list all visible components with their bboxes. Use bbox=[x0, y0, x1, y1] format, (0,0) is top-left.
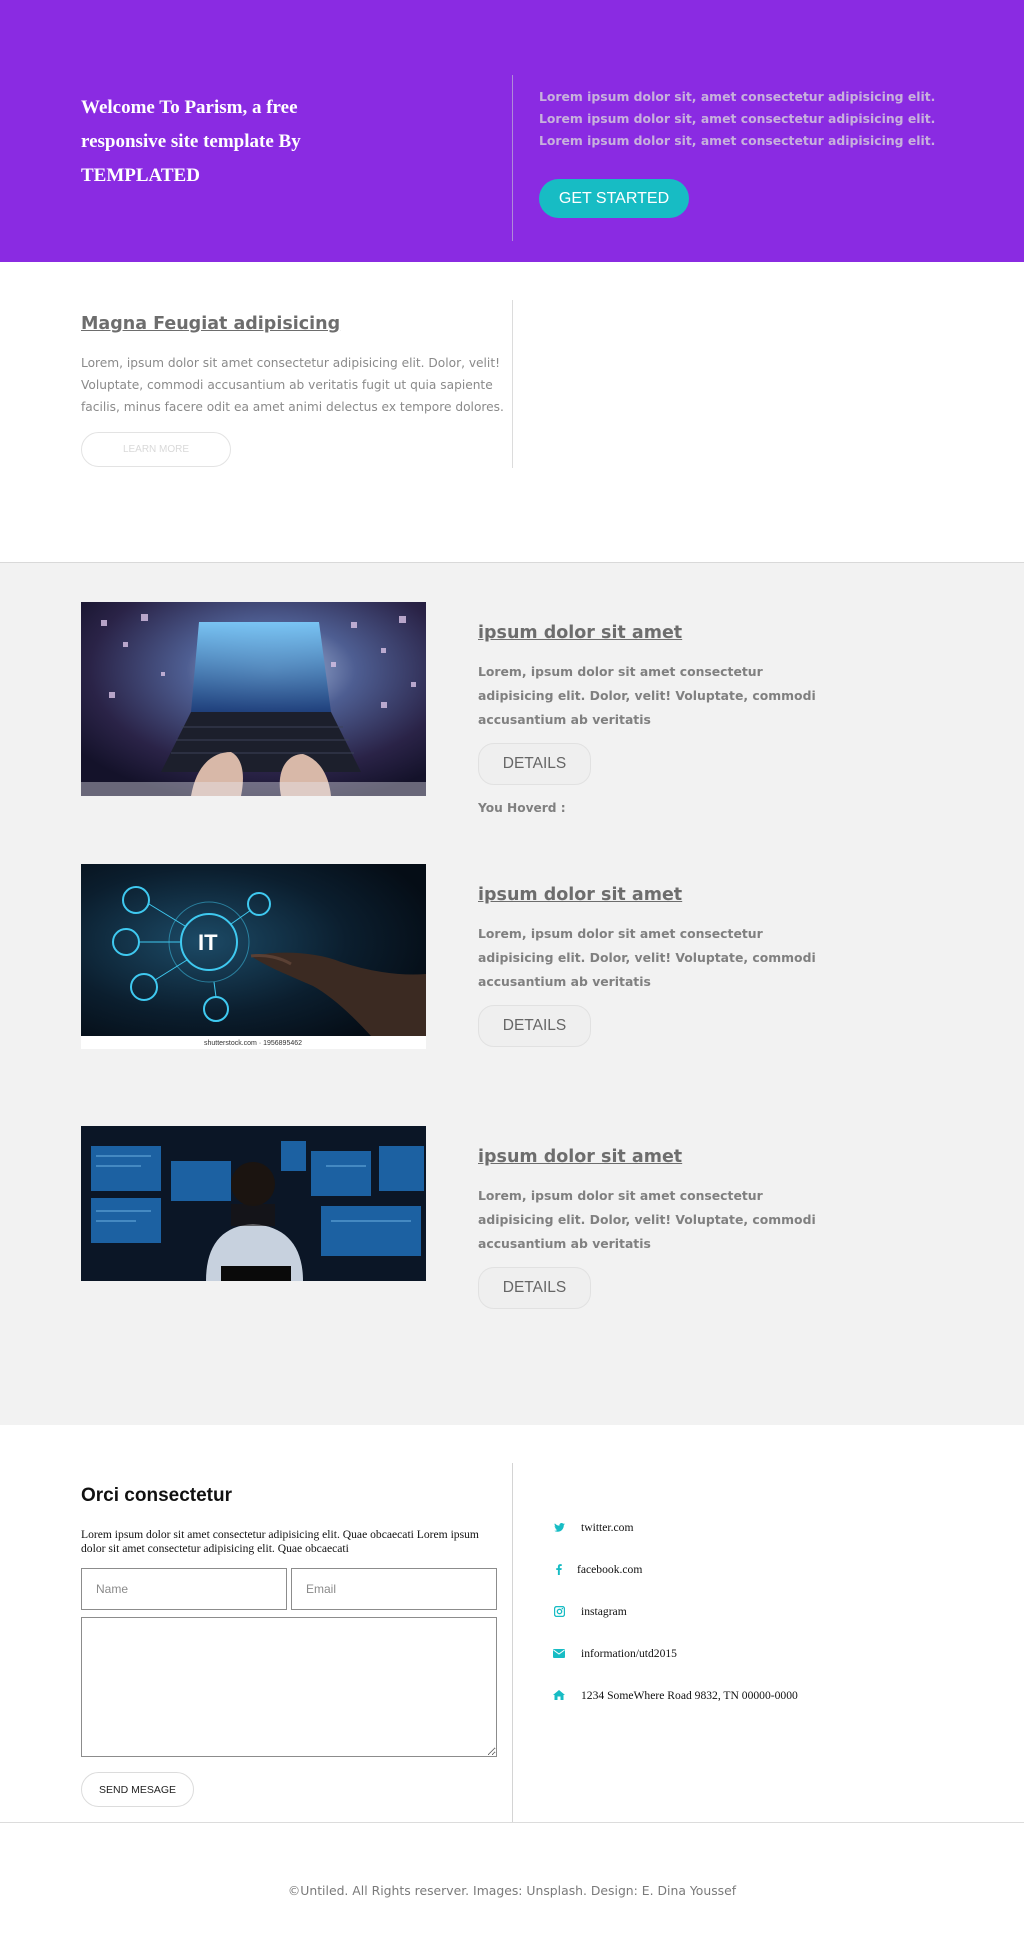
contact-link-instagram[interactable]: instagram bbox=[551, 1603, 627, 1619]
contact-link-label: instagram bbox=[581, 1604, 627, 1618]
email-input[interactable] bbox=[291, 1568, 497, 1610]
hero-divider bbox=[512, 75, 513, 241]
hero-title: Welcome To Parism, a free responsive sit… bbox=[81, 97, 301, 186]
footer-copyright: ©Untiled. All Rights reserver. Images: U… bbox=[287, 1883, 737, 1898]
hero-banner: Welcome To Parism, a free responsive sit… bbox=[0, 0, 1024, 262]
image-caption: shutterstock.com · 1956895462 bbox=[204, 1040, 302, 1047]
hero-text-line: Lorem ipsum dolor sit, amet consectetur … bbox=[539, 89, 936, 104]
message-textarea[interactable] bbox=[81, 1617, 497, 1757]
item-title-link[interactable]: ipsum dolor sit amet bbox=[478, 885, 682, 905]
envelope-icon bbox=[551, 1645, 567, 1661]
item-text: Lorem, ipsum dolor sit amet consectetur … bbox=[478, 1188, 816, 1251]
send-message-button[interactable]: SEND MESAGE bbox=[81, 1772, 194, 1807]
learn-more-button[interactable]: LEARN MORE bbox=[81, 432, 231, 467]
details-button[interactable]: DETAILS bbox=[478, 1267, 591, 1309]
contact-text: Lorem ipsum dolor sit amet consectetur a… bbox=[81, 1528, 479, 1555]
contact-link-label: information/utd2015 bbox=[581, 1646, 677, 1660]
intro-text: Lorem, ipsum dolor sit amet consectetur … bbox=[81, 356, 504, 414]
contact-divider bbox=[512, 1463, 513, 1823]
monitoring-room-photo bbox=[81, 1126, 426, 1281]
instagram-icon bbox=[551, 1603, 567, 1619]
contact-link-label: facebook.com bbox=[577, 1562, 643, 1576]
hero-text-line: Lorem ipsum dolor sit, amet consectetur … bbox=[539, 133, 936, 148]
get-started-button[interactable]: GET STARTED bbox=[539, 179, 689, 218]
contact-address: 1234 SomeWhere Road 9832, TN 00000-0000 bbox=[551, 1687, 798, 1703]
details-button[interactable]: DETAILS bbox=[478, 1005, 591, 1047]
it-touch-screen-photo: IT shutterstock.com · 1956895462 bbox=[81, 864, 426, 1049]
contact-link-email[interactable]: information/utd2015 bbox=[551, 1645, 677, 1661]
intro-divider bbox=[512, 300, 513, 468]
it-hub-label: IT bbox=[198, 930, 218, 955]
hero-text-block: Lorem ipsum dolor sit, amet consectetur … bbox=[539, 86, 959, 152]
contact-link-label: twitter.com bbox=[581, 1520, 634, 1534]
hover-status-label: You Hoverd : bbox=[478, 801, 566, 815]
contact-title: Orci consectetur bbox=[81, 1485, 232, 1506]
item-text: Lorem, ipsum dolor sit amet consectetur … bbox=[478, 926, 816, 989]
item-title-link[interactable]: ipsum dolor sit amet bbox=[478, 623, 682, 643]
footer-divider bbox=[0, 1822, 1024, 1823]
intro-title-link[interactable]: Magna Feugiat adipisicing bbox=[81, 314, 340, 334]
contact-link-facebook[interactable]: facebook.com bbox=[551, 1561, 642, 1577]
details-button[interactable]: DETAILS bbox=[478, 743, 591, 785]
hero-text-line: Lorem ipsum dolor sit, amet consectetur … bbox=[539, 111, 936, 126]
name-input[interactable] bbox=[81, 1568, 287, 1610]
contact-link-twitter[interactable]: twitter.com bbox=[551, 1519, 633, 1535]
home-icon bbox=[551, 1687, 567, 1703]
contact-address-label: 1234 SomeWhere Road 9832, TN 00000-0000 bbox=[581, 1688, 798, 1702]
facebook-icon bbox=[551, 1561, 567, 1577]
twitter-icon bbox=[551, 1519, 567, 1535]
laptop-typing-photo bbox=[81, 602, 426, 796]
item-title-link[interactable]: ipsum dolor sit amet bbox=[478, 1147, 682, 1167]
item-text: Lorem, ipsum dolor sit amet consectetur … bbox=[478, 664, 816, 727]
